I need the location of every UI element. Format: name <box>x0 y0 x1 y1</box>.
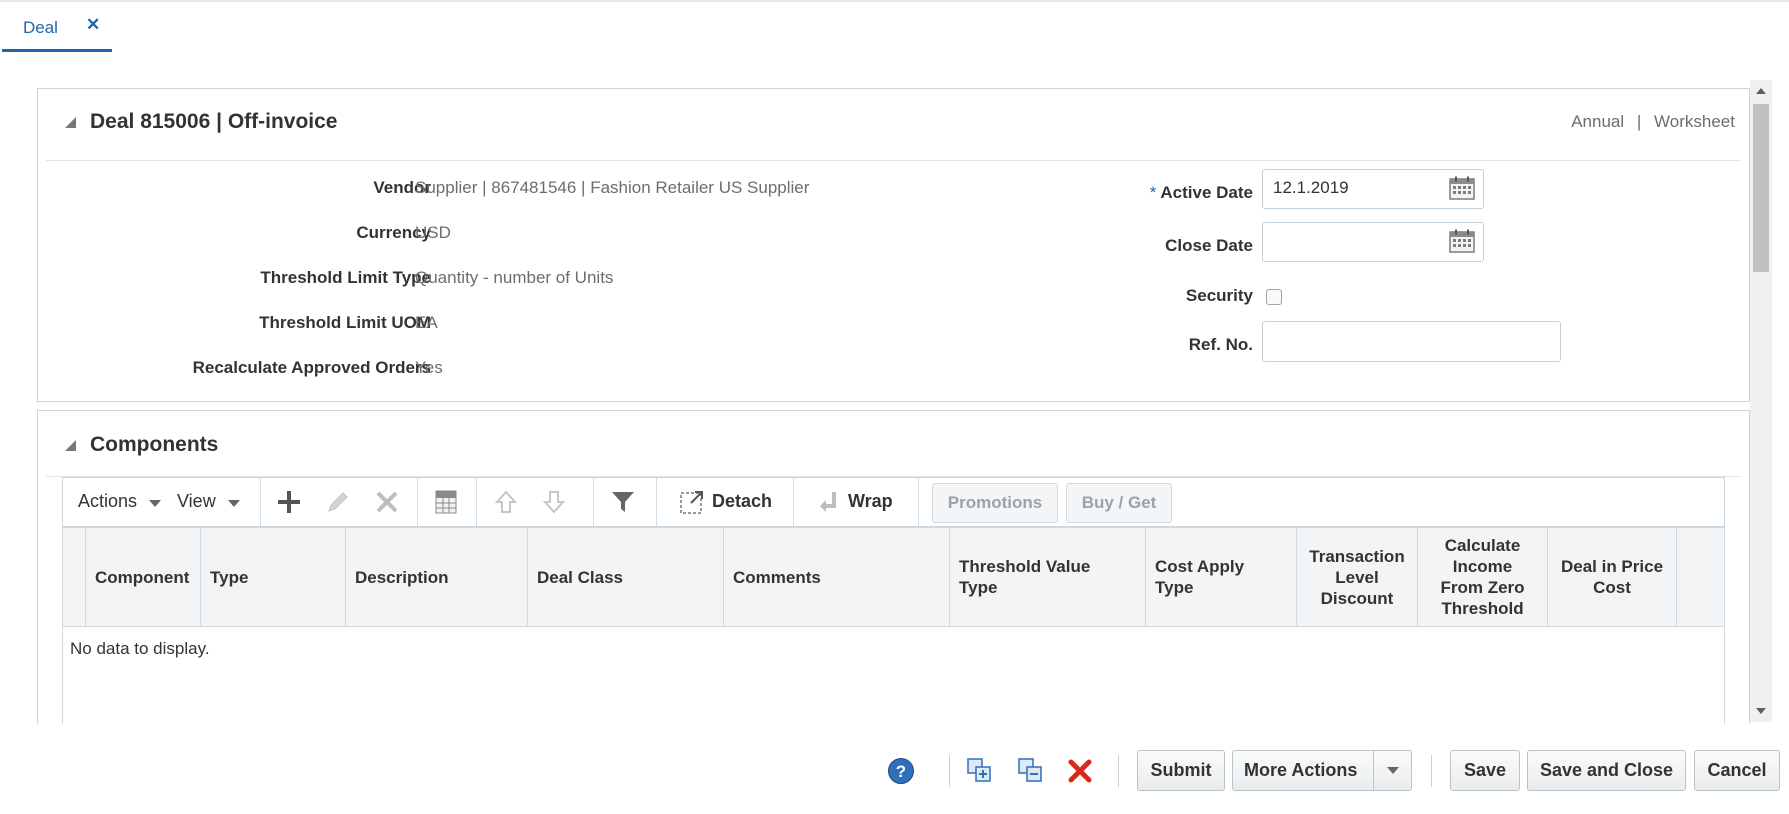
delete-icon[interactable] <box>374 489 400 515</box>
calendar-icon[interactable] <box>1449 229 1475 253</box>
view-menu[interactable]: View <box>177 491 216 512</box>
footer-separator <box>1118 755 1119 787</box>
scroll-down-icon[interactable] <box>1756 708 1766 714</box>
collapse-all-icon[interactable] <box>1017 757 1045 785</box>
column-header-cost-apply-type[interactable]: Cost Apply Type <box>1146 528 1297 626</box>
wrap-icon[interactable] <box>818 490 840 514</box>
worksheet-link[interactable]: Worksheet <box>1654 112 1735 131</box>
components-title-bar <box>46 411 1741 477</box>
footer-separator <box>949 755 950 787</box>
column-header-component[interactable]: Component <box>86 528 201 626</box>
actions-menu[interactable]: Actions <box>78 491 137 512</box>
row-selector-header <box>63 528 86 626</box>
scrollbar-thumb[interactable] <box>1753 104 1769 272</box>
required-marker: * <box>1149 183 1157 202</box>
export-excel-icon[interactable] <box>433 489 459 515</box>
toolbar-separator <box>793 478 794 526</box>
threshold-limit-uom-value: EA <box>415 313 438 332</box>
vendor-value: Supplier | 867481546 | Fashion Retailer … <box>415 178 810 197</box>
footer-separator <box>1431 755 1432 787</box>
header-links: Annual | Worksheet <box>1571 112 1735 132</box>
delete-red-icon[interactable] <box>1067 758 1093 784</box>
save-button[interactable]: Save <box>1450 750 1520 791</box>
close-date-label: Close Date <box>1165 236 1253 255</box>
column-header-type[interactable]: Type <box>201 528 346 626</box>
components-panel: Components Actions View Detach Wrap Prom… <box>37 410 1750 724</box>
toolbar-separator <box>918 478 919 526</box>
currency-value: USD <box>415 223 451 242</box>
more-actions-dropdown-icon[interactable] <box>1387 767 1399 774</box>
close-date-input[interactable] <box>1262 222 1484 262</box>
detach-button[interactable]: Detach <box>712 491 772 512</box>
column-header-description[interactable]: Description <box>346 528 528 626</box>
toolbar-separator <box>656 478 657 526</box>
expand-all-icon[interactable] <box>966 757 994 785</box>
add-icon[interactable] <box>276 489 302 515</box>
tab-deal-label: Deal <box>23 18 58 37</box>
empty-table-message: No data to display. <box>70 639 210 658</box>
submit-button[interactable]: Submit <box>1137 750 1225 791</box>
link-separator: | <box>1636 112 1642 131</box>
calendar-icon[interactable] <box>1449 176 1475 200</box>
security-checkbox[interactable] <box>1266 289 1282 305</box>
main-scrollbar[interactable] <box>1750 80 1772 722</box>
help-icon[interactable]: ? <box>887 757 915 785</box>
column-header-calculate-income-from-zero-threshold[interactable]: Calculate Income From Zero Threshold <box>1418 528 1548 626</box>
column-header-transaction-level-discount[interactable]: Transaction Level Discount <box>1297 528 1418 626</box>
toolbar-separator <box>593 478 594 526</box>
active-date-label: * Active Date <box>1149 183 1253 202</box>
toolbar-separator <box>476 478 477 526</box>
move-up-icon[interactable] <box>493 489 519 515</box>
column-header-comments[interactable]: Comments <box>724 528 950 626</box>
annual-link[interactable]: Annual <box>1571 112 1624 131</box>
tab-deal[interactable]: Deal ✕ <box>2 4 112 52</box>
active-date-value: 12.1.2019 <box>1273 178 1349 197</box>
save-and-close-button[interactable]: Save and Close <box>1527 750 1686 791</box>
buy-get-button[interactable]: Buy / Get <box>1066 483 1172 523</box>
filter-icon[interactable] <box>610 490 636 514</box>
svg-text:?: ? <box>896 762 906 781</box>
toolbar-separator <box>260 478 261 526</box>
edit-icon[interactable] <box>325 489 351 515</box>
recalculate-approved-orders-label: Recalculate Approved Orders <box>192 358 431 377</box>
scroll-up-icon[interactable] <box>1756 88 1766 94</box>
footer-action-bar: ? Submit More Actions Save Save and Clos… <box>0 724 1789 814</box>
components-table-body: No data to display. <box>62 627 1725 724</box>
toolbar-separator <box>417 478 418 526</box>
components-title: Components <box>90 433 219 456</box>
wrap-button[interactable]: Wrap <box>848 491 893 512</box>
ref-no-input[interactable] <box>1262 321 1561 362</box>
ref-no-label: Ref. No. <box>1188 335 1253 354</box>
deal-header-panel: Deal 815006 | Off-invoice Annual | Works… <box>37 88 1750 402</box>
components-table-header: Component Type Description Deal Class Co… <box>62 527 1725 627</box>
recalculate-approved-orders-value: Yes <box>415 358 443 377</box>
tab-strip: Deal ✕ <box>0 0 1789 52</box>
column-header-deal-in-price-cost[interactable]: Deal in Price Cost <box>1548 528 1677 626</box>
security-label: Security <box>1185 286 1253 305</box>
collapse-header-icon[interactable] <box>65 117 76 128</box>
threshold-limit-uom-label: Threshold Limit UOM <box>259 313 431 332</box>
promotions-button[interactable]: Promotions <box>932 483 1058 523</box>
active-date-input[interactable]: 12.1.2019 <box>1262 169 1484 209</box>
actions-dropdown-icon[interactable] <box>149 500 161 507</box>
threshold-limit-type-value: Quantity - number of Units <box>415 268 614 287</box>
components-toolbar: Actions View Detach Wrap Promotions Buy … <box>62 477 1725 527</box>
tab-close-icon[interactable]: ✕ <box>86 15 100 35</box>
cancel-button[interactable]: Cancel <box>1694 750 1780 791</box>
main-scroll-area: Deal 815006 | Off-invoice Annual | Works… <box>0 52 1789 724</box>
view-dropdown-icon[interactable] <box>228 500 240 507</box>
threshold-limit-type-label: Threshold Limit Type <box>260 268 431 287</box>
move-down-icon[interactable] <box>541 489 567 515</box>
detach-icon[interactable] <box>679 489 705 515</box>
more-actions-button[interactable]: More Actions <box>1232 750 1412 791</box>
column-header-threshold-value-type[interactable]: Threshold Value Type <box>950 528 1146 626</box>
page-title: Deal 815006 | Off-invoice <box>90 110 338 133</box>
collapse-components-icon[interactable] <box>65 440 76 451</box>
column-header-deal-class[interactable]: Deal Class <box>528 528 724 626</box>
